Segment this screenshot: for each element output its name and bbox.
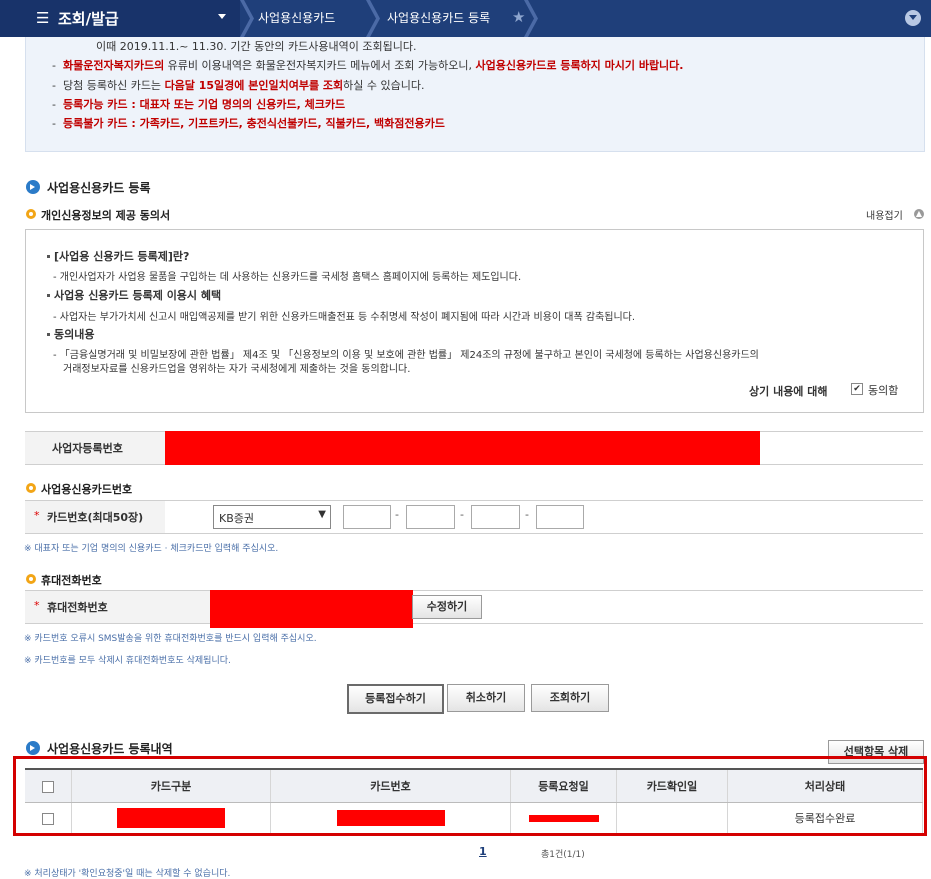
- phone-note-2: ※ 카드번호를 모두 삭제시 휴대전화번호도 삭제됩니다.: [24, 656, 231, 666]
- consent-heading-3: 동의내용: [54, 328, 95, 341]
- consent-heading-1: [사업용 신용카드 등록제]란?: [54, 250, 190, 263]
- list-footnote: ※ 처리상태가 '확인요청중'일 때는 삭제할 수 없습니다.: [24, 869, 231, 879]
- card-number-input-1[interactable]: [343, 505, 391, 529]
- highlight-box: [13, 756, 927, 836]
- breadcrumb-separator-icon: [240, 0, 254, 37]
- section-arrow-icon: [26, 180, 40, 194]
- bullet-icon: [47, 294, 50, 297]
- notice-line: - 화물운전자복지카드의 유류비 이용내역은 화물운전자복지카드 메뉴에서 조회…: [52, 59, 684, 72]
- section-arrow-icon: [26, 741, 40, 755]
- notice-line: - 당첨 등록하신 카드는 다음달 15일경에 본인일치여부를 조회하실 수 있…: [52, 79, 425, 92]
- section-title-list: 사업용신용카드 등록내역: [47, 742, 173, 756]
- breadcrumb-item-1[interactable]: 사업용신용카드: [258, 0, 335, 37]
- total-count: 총1건(1/1): [541, 850, 585, 860]
- agree-prefix: 상기 내용에 대해: [749, 385, 828, 398]
- submit-button[interactable]: 등록접수하기: [347, 684, 444, 714]
- consent-text-2: - 사업자는 부가가치세 신고시 매입액공제를 받기 위한 신용카드매출전표 등…: [53, 312, 636, 323]
- collapse-nav-icon[interactable]: [905, 10, 921, 26]
- consent-heading-2: 사업용 신용카드 등록제 이용시 혜택: [54, 289, 222, 302]
- consent-text-1: - 개인사업자가 사업용 물품을 구입하는 데 사용하는 신용카드를 국세청 홈…: [53, 272, 522, 283]
- card-number-input-2[interactable]: [406, 505, 455, 529]
- subsection-dot-icon: [26, 574, 36, 584]
- breadcrumb-item-2[interactable]: 사업용신용카드 등록: [387, 0, 490, 37]
- search-button[interactable]: 조회하기: [531, 684, 609, 712]
- pagination-page-1[interactable]: 1: [479, 845, 487, 858]
- subsection-dot-icon: [26, 209, 36, 219]
- required-icon: *: [34, 599, 40, 612]
- card-number-input-4[interactable]: [536, 505, 584, 529]
- bizno-label: 사업자등록번호: [52, 442, 123, 455]
- required-icon: *: [34, 509, 40, 522]
- card-label: 카드번호(최대50장): [47, 511, 144, 524]
- bullet-icon: [47, 333, 50, 336]
- phone-label: 휴대전화번호: [47, 601, 108, 614]
- phone-note-1: ※ 카드번호 오류시 SMS발송을 위한 휴대전화번호를 반드시 입력해 주십시…: [24, 634, 317, 644]
- hamburger-icon: ☰: [36, 9, 50, 27]
- subsection-dot-icon: [26, 483, 36, 493]
- menu-label: 조회/발급: [58, 10, 119, 28]
- consent-text-3b: 거래정보자료를 신용카드업을 영위하는 자가 국세청에게 제출하는 것을 동의합…: [63, 364, 411, 375]
- chevron-down-icon: [218, 14, 226, 19]
- notice-line: - 등록가능 카드 : 대표자 또는 기업 명의의 신용카드, 체크카드: [52, 98, 346, 111]
- section-title-register: 사업용신용카드 등록: [47, 181, 151, 195]
- card-section-title: 사업용신용카드번호: [41, 483, 133, 496]
- bizno-row: 사업자등록번호: [25, 431, 923, 465]
- breadcrumb-separator-icon: [524, 0, 538, 37]
- collapse-toggle[interactable]: 내용접기: [866, 207, 903, 222]
- card-company-select[interactable]: KB증권 ▼: [213, 505, 331, 529]
- consent-box: [사업용 신용카드 등록제]란? - 개인사업자가 사업용 물품을 구입하는 데…: [25, 229, 924, 413]
- phone-value-redacted: [210, 590, 413, 628]
- notice-line: 이때 2019.11.1.~ 11.30. 기간 동안의 카드사용내역이 조회됩…: [96, 40, 417, 53]
- bullet-icon: [47, 255, 50, 258]
- bizno-value-redacted: [165, 431, 760, 465]
- agree-checkbox[interactable]: ✔: [851, 383, 863, 395]
- select-arrow-icon: ▼: [318, 509, 326, 520]
- card-note: ※ 대표자 또는 기업 명의의 신용카드 · 체크카드만 입력해 주십시오.: [24, 544, 279, 554]
- phone-section-title: 휴대전화번호: [41, 574, 102, 587]
- card-number-input-3[interactable]: [471, 505, 520, 529]
- notice-line: - 등록불가 카드 : 가족카드, 기프트카드, 충전식선불카드, 직불카드, …: [52, 117, 445, 130]
- breadcrumb-separator-icon: [366, 0, 380, 37]
- chevron-up-icon[interactable]: ▲: [914, 209, 924, 219]
- agree-label: 동의함: [868, 384, 899, 397]
- consent-text-3a: - 「금융실명거래 및 비밀보장에 관한 법률」 제4조 및 「신용정보의 이용…: [53, 350, 759, 361]
- menu-dropdown[interactable]: ☰ 조회/발급: [0, 0, 240, 37]
- notice-box: 이때 2019.11.1.~ 11.30. 기간 동안의 카드사용내역이 조회됩…: [25, 37, 925, 152]
- consent-title: 개인신용정보의 제공 동의서: [41, 209, 171, 222]
- edit-phone-button[interactable]: 수정하기: [412, 595, 482, 619]
- cancel-button[interactable]: 취소하기: [447, 684, 525, 712]
